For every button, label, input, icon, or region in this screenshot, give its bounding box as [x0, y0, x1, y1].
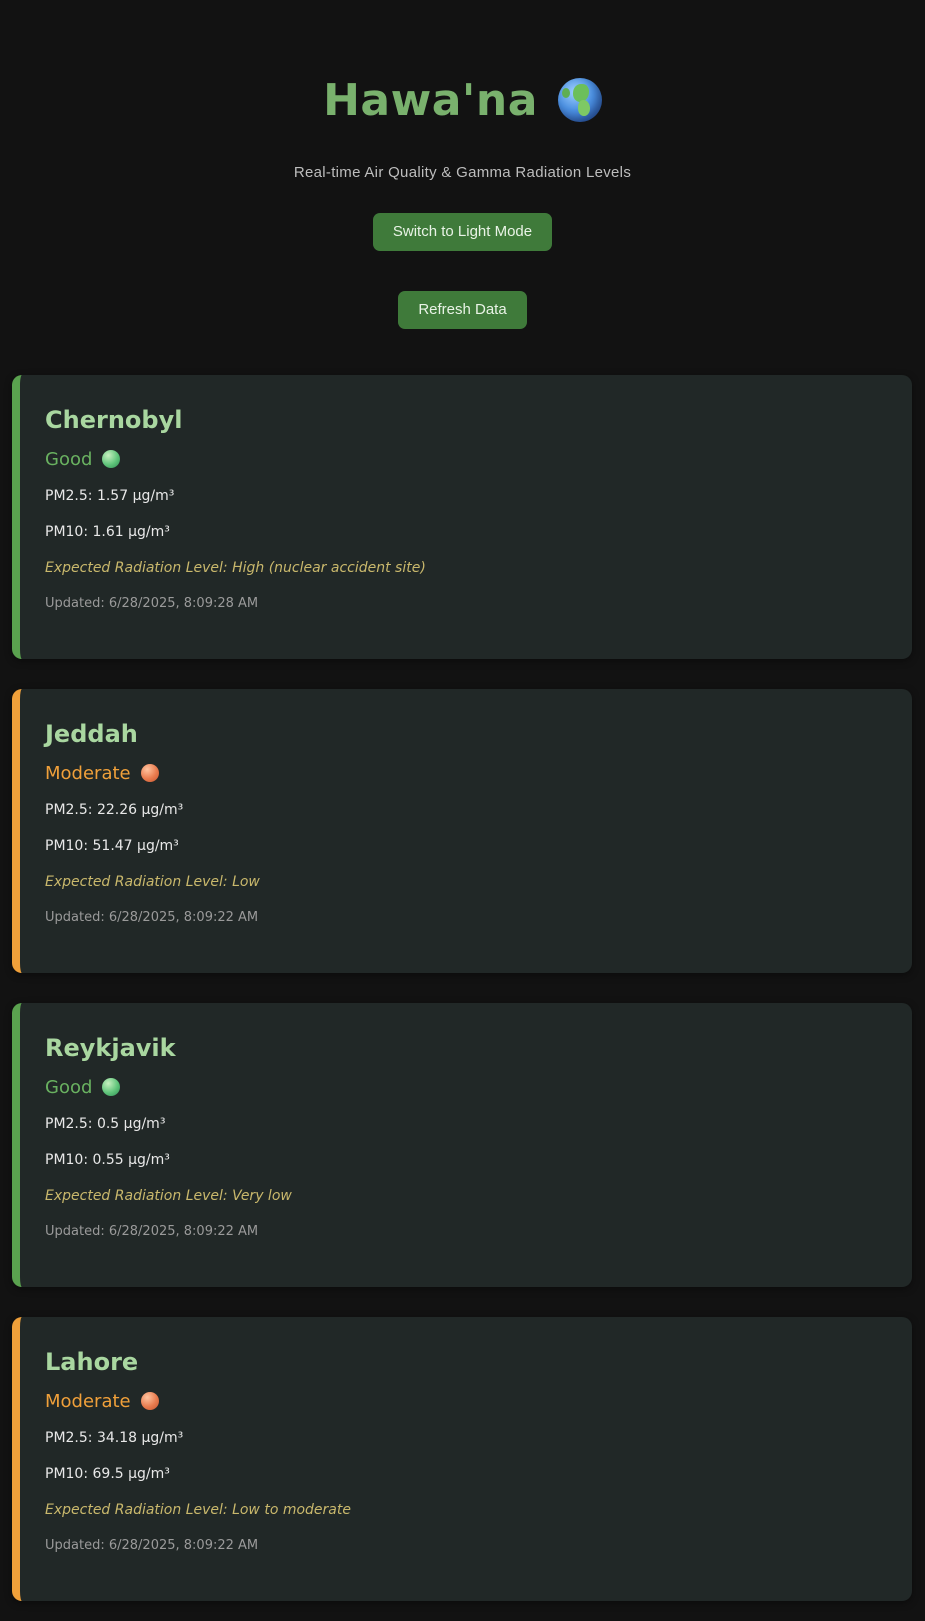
orange-circle-icon [140, 1392, 159, 1410]
pm10-reading: PM10: 69.5 µg/m³ [45, 1466, 170, 1482]
city-name: Reykjavik [45, 1034, 176, 1062]
updated-timestamp: Updated: 6/28/2025, 8:09:22 AM [45, 910, 259, 925]
radiation-level: Expected Radiation Level: Very low [45, 1188, 292, 1204]
green-circle-icon [102, 450, 121, 468]
updated-timestamp: Updated: 6/28/2025, 8:09:28 AM [45, 596, 259, 611]
orange-circle-icon [140, 764, 159, 782]
updated-timestamp: Updated: 6/28/2025, 8:09:22 AM [45, 1538, 259, 1553]
air-quality-status: Good [45, 1076, 93, 1098]
city-card-reykjavik: Reykjavik Good PM2.5: 0.5 µg/m³ PM10: 0.… [12, 1003, 912, 1287]
city-name: Chernobyl [45, 406, 183, 434]
radiation-level: Expected Radiation Level: Low [45, 874, 260, 890]
pm25-reading: PM2.5: 34.18 µg/m³ [45, 1430, 184, 1446]
air-quality-status: Moderate [45, 762, 131, 784]
city-name: Jeddah [45, 720, 138, 748]
app-subtitle: Real-time Air Quality & Gamma Radiation … [293, 164, 632, 181]
radiation-level: Expected Radiation Level: Low to moderat… [45, 1502, 351, 1518]
city-card-jeddah: Jeddah Moderate PM2.5: 22.26 µg/m³ PM10:… [12, 689, 912, 973]
city-card-list: Chernobyl Good PM2.5: 1.57 µg/m³ PM10: 1… [12, 375, 912, 1621]
pm25-reading: PM2.5: 1.57 µg/m³ [45, 488, 175, 504]
status-row: Moderate [45, 761, 887, 785]
city-card-chernobyl: Chernobyl Good PM2.5: 1.57 µg/m³ PM10: 1… [12, 375, 912, 659]
city-card-lahore: Lahore Moderate PM2.5: 34.18 µg/m³ PM10:… [12, 1317, 912, 1601]
pm10-reading: PM10: 51.47 µg/m³ [45, 838, 179, 854]
title-row: Hawa'na [0, 72, 925, 128]
app-title: Hawa'na [323, 74, 538, 126]
updated-timestamp: Updated: 6/28/2025, 8:09:22 AM [45, 1224, 259, 1239]
pm10-reading: PM10: 0.55 µg/m³ [45, 1152, 170, 1168]
status-row: Moderate [45, 1389, 887, 1413]
globe-icon [557, 78, 602, 122]
refresh-data-button[interactable]: Refresh Data [398, 291, 527, 329]
pm25-reading: PM2.5: 22.26 µg/m³ [45, 802, 184, 818]
pm10-reading: PM10: 1.61 µg/m³ [45, 524, 170, 540]
theme-toggle-button[interactable]: Switch to Light Mode [372, 213, 553, 251]
pm25-reading: PM2.5: 0.5 µg/m³ [45, 1116, 166, 1132]
green-circle-icon [102, 1078, 121, 1096]
air-quality-status: Moderate [45, 1390, 131, 1412]
radiation-level: Expected Radiation Level: High (nuclear … [45, 560, 426, 576]
app-header: Hawa'na Real-time Air Quality & Gamma Ra… [0, 0, 925, 329]
status-row: Good [45, 1075, 887, 1099]
status-row: Good [45, 447, 887, 471]
air-quality-status: Good [45, 448, 93, 470]
city-name: Lahore [45, 1348, 139, 1376]
